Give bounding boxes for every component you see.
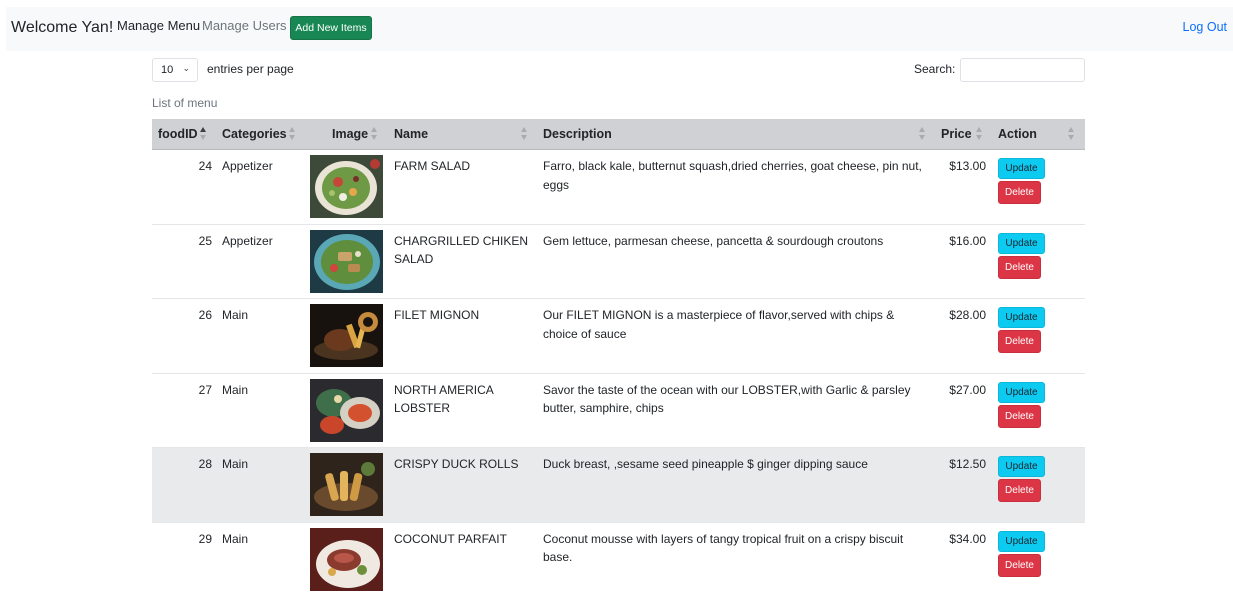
entries-per-page-value: 10 xyxy=(161,64,173,76)
sort-icon[interactable] xyxy=(976,127,983,141)
header-categories[interactable]: Categories xyxy=(222,119,287,150)
nav-manage-menu[interactable]: Manage Menu xyxy=(117,18,200,33)
header-food-id[interactable]: foodID xyxy=(158,119,198,150)
table-row: 27 Main NORTH AMERICA LOBSTER Savor the … xyxy=(152,374,1085,449)
price-cell: $13.00 xyxy=(949,157,986,176)
update-button[interactable]: Update xyxy=(998,456,1045,477)
food-id-cell: 24 xyxy=(199,157,212,176)
update-button[interactable]: Update xyxy=(998,233,1045,254)
item-name-cell: CRISPY DUCK ROLLS xyxy=(394,455,529,474)
lobster-photo-icon xyxy=(310,379,383,442)
description-cell: Savor the taste of the ocean with our LO… xyxy=(543,381,928,418)
header-name[interactable]: Name xyxy=(394,119,428,150)
category-cell: Main xyxy=(222,306,248,325)
chicken-salad-photo-icon xyxy=(310,230,383,293)
salad-photo-icon xyxy=(310,155,383,218)
table-header: foodID Categories Image Name Description… xyxy=(152,119,1085,150)
sort-icon[interactable] xyxy=(919,127,926,141)
header-price[interactable]: Price xyxy=(941,119,972,150)
search-input[interactable] xyxy=(960,58,1085,82)
table-row: 24 Appetizer FARM SALAD Farro, black kal… xyxy=(152,150,1085,225)
item-name-cell: FARM SALAD xyxy=(394,157,529,176)
table-caption: List of menu xyxy=(152,96,217,110)
description-cell: Farro, black kale, butternut squash,drie… xyxy=(543,157,928,194)
category-cell: Appetizer xyxy=(222,232,273,251)
log-out-link[interactable]: Log Out xyxy=(1183,20,1227,34)
update-button[interactable]: Update xyxy=(998,158,1045,179)
category-cell: Main xyxy=(222,530,248,549)
update-button[interactable]: Update xyxy=(998,382,1045,403)
delete-button[interactable]: Delete xyxy=(998,330,1041,353)
delete-button[interactable]: Delete xyxy=(998,181,1041,204)
sort-asc-icon[interactable] xyxy=(200,127,207,141)
food-id-cell: 26 xyxy=(199,306,212,325)
description-cell: Our FILET MIGNON is a masterpiece of fla… xyxy=(543,306,928,343)
price-cell: $27.00 xyxy=(949,381,986,400)
item-name-cell: NORTH AMERICA LOBSTER xyxy=(394,381,529,418)
entries-per-page-label: entries per page xyxy=(207,62,294,76)
navbar: Welcome Yan! Manage Menu Manage Users Ad… xyxy=(6,7,1233,51)
delete-button[interactable]: Delete xyxy=(998,554,1041,577)
price-cell: $16.00 xyxy=(949,232,986,251)
welcome-brand: Welcome Yan! xyxy=(11,19,113,37)
category-cell: Main xyxy=(222,381,248,400)
duck-rolls-photo-icon xyxy=(310,453,383,516)
add-new-items-button[interactable]: Add New Items xyxy=(290,16,372,40)
food-id-cell: 27 xyxy=(199,381,212,400)
sort-icon[interactable] xyxy=(289,127,296,141)
category-cell: Appetizer xyxy=(222,157,273,176)
sort-icon[interactable] xyxy=(1068,127,1075,141)
description-cell: Gem lettuce, parmesan cheese, pancetta &… xyxy=(543,232,928,251)
update-button[interactable]: Update xyxy=(998,531,1045,552)
entries-per-page-select[interactable]: 10 ⌄ xyxy=(152,58,198,82)
menu-table: foodID Categories Image Name Description… xyxy=(152,119,1085,597)
food-id-cell: 28 xyxy=(199,455,212,474)
table-row: 26 Main FILET MIGNON Our FILET MIGNON is… xyxy=(152,299,1085,374)
delete-button[interactable]: Delete xyxy=(998,479,1041,502)
price-cell: $34.00 xyxy=(949,530,986,549)
header-action[interactable]: Action xyxy=(998,119,1037,150)
price-cell: $12.50 xyxy=(949,455,986,474)
sort-icon[interactable] xyxy=(521,127,528,141)
update-button[interactable]: Update xyxy=(998,307,1045,328)
table-row: 29 Main COCONUT PARFAIT Coconut mousse w… xyxy=(152,523,1085,597)
description-cell: Duck breast, ,sesame seed pineapple $ gi… xyxy=(543,455,928,474)
sort-icon[interactable] xyxy=(371,127,378,141)
nav-manage-users[interactable]: Manage Users xyxy=(202,18,287,33)
description-cell: Coconut mousse with layers of tangy trop… xyxy=(543,530,928,567)
header-description[interactable]: Description xyxy=(543,119,612,150)
plated-dish-photo-icon xyxy=(310,528,383,591)
item-name-cell: CHARGRILLED CHIKEN SALAD xyxy=(394,232,529,269)
table-row: 25 Appetizer CHARGRILLED CHIKEN SALAD Ge… xyxy=(152,225,1085,300)
food-id-cell: 25 xyxy=(199,232,212,251)
item-name-cell: FILET MIGNON xyxy=(394,306,529,325)
search-label: Search: xyxy=(914,62,955,76)
category-cell: Main xyxy=(222,455,248,474)
item-name-cell: COCONUT PARFAIT xyxy=(394,530,529,549)
chevron-down-icon: ⌄ xyxy=(182,63,190,74)
price-cell: $28.00 xyxy=(949,306,986,325)
header-image[interactable]: Image xyxy=(332,119,368,150)
steak-photo-icon xyxy=(310,304,383,367)
delete-button[interactable]: Delete xyxy=(998,256,1041,279)
delete-button[interactable]: Delete xyxy=(998,405,1041,428)
food-id-cell: 29 xyxy=(199,530,212,549)
table-row: 28 Main CRISPY DUCK ROLLS Duck breast, ,… xyxy=(152,448,1085,523)
